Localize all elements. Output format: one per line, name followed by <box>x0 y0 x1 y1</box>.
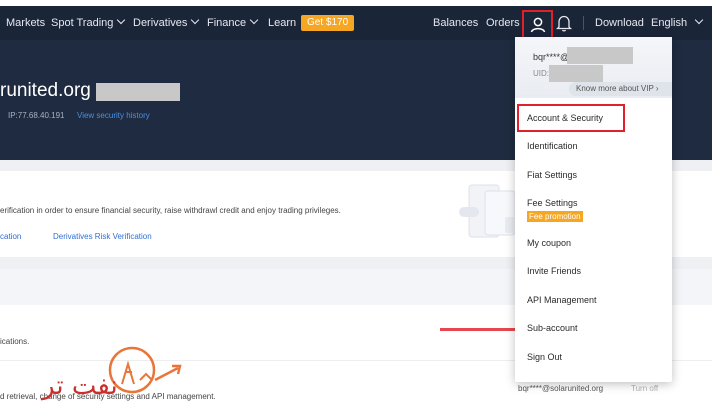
top-navbar: Markets Spot Trading Derivatives Finance… <box>0 6 712 40</box>
nav-language[interactable]: English <box>651 6 704 40</box>
nav-finance[interactable]: Finance <box>207 6 259 40</box>
dropdown-user-email: bqr****@ <box>533 52 570 62</box>
nav-derivatives[interactable]: Derivatives <box>133 6 200 40</box>
chevron-down-icon <box>117 15 126 25</box>
nav-orders[interactable]: Orders <box>486 6 520 40</box>
dropdown-uid-label: UID: <box>533 69 549 78</box>
menu-fiat-settings[interactable]: Fiat Settings <box>527 170 577 180</box>
row-email: bqr****@solarunited.org <box>518 384 604 393</box>
vip-info-button[interactable]: Know more about VIP › <box>569 82 672 96</box>
bell-icon[interactable] <box>556 14 572 32</box>
red-indicator-line <box>440 328 516 331</box>
identity-verification-link[interactable]: cation <box>0 232 21 241</box>
redacted-block <box>567 47 633 64</box>
menu-fee-settings[interactable]: Fee Settings <box>527 198 578 208</box>
redacted-block <box>549 65 603 82</box>
turn-off-button[interactable]: Turn off <box>631 384 658 393</box>
security-history-link[interactable]: View security history <box>77 111 150 120</box>
nav-derivatives-label: Derivatives <box>133 17 188 29</box>
user-menu-button[interactable] <box>522 10 553 40</box>
nav-balances[interactable]: Balances <box>433 6 478 40</box>
account-domain: runited.org <box>0 80 91 101</box>
fee-promotion-badge: Fee promotion <box>527 211 583 222</box>
dropdown-header: bqr****@ UID: Know more about VIP › <box>515 37 672 98</box>
vip-info-label: Know more about VIP <box>576 84 654 93</box>
watermark-logo: نفت تر <box>40 346 182 401</box>
chevron-down-icon <box>694 15 704 25</box>
nav-finance-label: Finance <box>207 17 247 29</box>
menu-api-management[interactable]: API Management <box>527 295 597 305</box>
nav-divider <box>583 16 584 30</box>
nav-spot-trading-label: Spot Trading <box>51 17 114 29</box>
nav-learn[interactable]: Learn <box>268 6 296 40</box>
user-icon <box>530 17 546 33</box>
verification-description: erification in order to ensure financial… <box>0 206 341 215</box>
redacted-block <box>96 83 180 101</box>
menu-sub-account[interactable]: Sub-account <box>527 323 578 333</box>
user-dropdown-menu: bqr****@ UID: Know more about VIP › Acco… <box>515 37 672 382</box>
menu-my-coupon[interactable]: My coupon <box>527 238 571 248</box>
menu-sign-out[interactable]: Sign Out <box>527 352 562 362</box>
nav-markets[interactable]: Markets <box>6 6 45 40</box>
chevron-right-icon: › <box>655 84 659 93</box>
nav-language-label: English <box>651 17 688 29</box>
chevron-down-icon <box>249 15 259 25</box>
menu-account-security[interactable]: Account & Security <box>527 113 603 123</box>
promo-button[interactable]: Get $170 <box>301 15 355 31</box>
menu-invite-friends[interactable]: Invite Friends <box>527 266 581 276</box>
menu-identification[interactable]: Identification <box>527 141 578 151</box>
nav-download[interactable]: Download <box>595 6 644 40</box>
ip-address: IP:77.68.40.191 <box>8 111 65 120</box>
notifications-description: ications. <box>0 337 30 346</box>
watermark-text: نفت تر <box>40 371 118 401</box>
nav-spot-trading[interactable]: Spot Trading <box>51 6 126 40</box>
chevron-down-icon <box>191 15 200 25</box>
derivatives-risk-verification-link[interactable]: Derivatives Risk Verification <box>53 232 152 241</box>
